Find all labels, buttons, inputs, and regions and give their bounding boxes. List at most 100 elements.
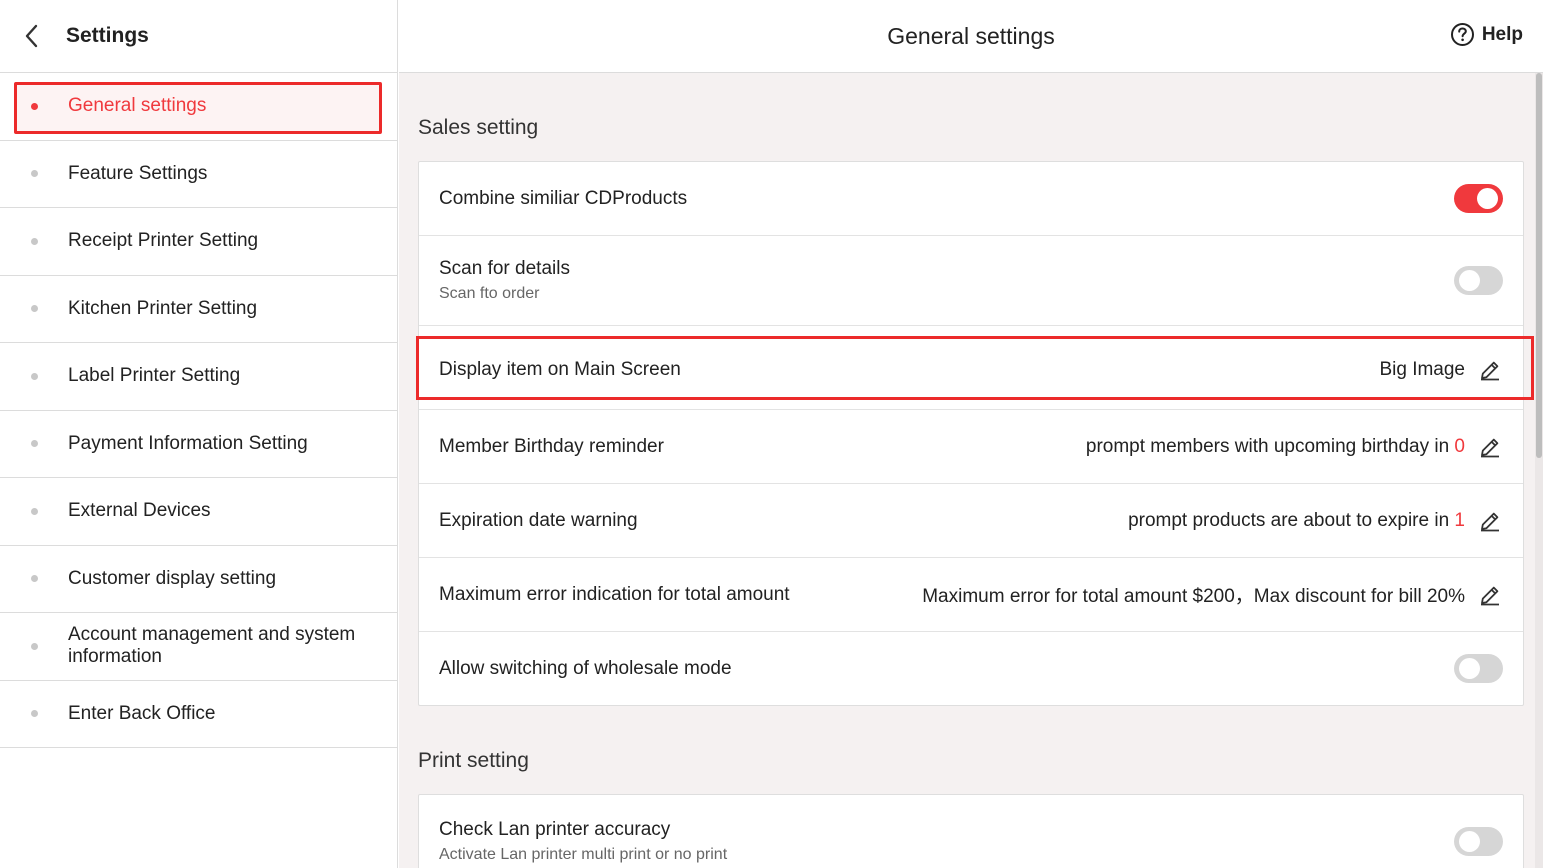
bullet-dot [31,102,38,110]
toggle-knob [1459,270,1480,291]
help-icon [1450,23,1474,46]
setting-sublabel: Activate Lan printer multi print or no p… [439,845,728,863]
setting-text: Check Lan printer accuracy Activate Lan … [439,819,727,864]
sidebar-item-label: Payment Information Setting [68,432,308,454]
sidebar-item-label: Receipt Printer Setting [68,230,259,252]
setting-row-combine: Combine similiar CDProducts [419,162,1523,236]
edit-max-error-button[interactable] [1477,582,1503,608]
setting-text: Combine similiar CDProducts [439,188,687,210]
edit-display-item-button[interactable] [1477,357,1503,383]
bullet-dot [31,170,38,178]
scrollbar-thumb[interactable] [1536,73,1542,458]
bullet-dot [31,440,38,448]
section-title-sales: Sales setting [418,116,539,139]
wholesale-mode-toggle[interactable] [1454,654,1503,683]
setting-value: prompt products are about to expire in 1 [1128,510,1465,532]
combine-products-toggle[interactable] [1454,184,1503,213]
sidebar-item-label: Account management and system informatio… [68,624,356,668]
pencil-icon [1481,586,1499,605]
settings-content: Sales setting Combine similiar CDProduct… [416,73,1534,868]
sidebar-item-label: External Devices [68,500,211,522]
bullet-dot [31,575,38,583]
sidebar-item-payment-information[interactable]: Payment Information Setting [0,411,397,478]
sidebar-item-kitchen-printer[interactable]: Kitchen Printer Setting [0,276,397,343]
page-title: General settings [887,22,1055,49]
pencil-icon [1481,361,1499,380]
setting-row-expiration[interactable]: Expiration date warning prompt products … [419,484,1523,558]
back-button[interactable] [2,0,62,73]
main-panel: General settings Help Sales setting Comb… [399,0,1543,868]
bullet-dot [31,507,38,515]
sidebar-item-label: Feature Settings [68,162,208,184]
setting-label: Expiration date warning [439,509,638,531]
sidebar-item-label: Customer display setting [68,567,277,589]
setting-value-group: prompt products are about to expire in 1 [1128,508,1503,534]
setting-label: Combine similiar CDProducts [439,187,688,209]
setting-text: Maximum error indication for total amoun… [439,584,790,606]
setting-label: Display item on Main Screen [439,358,681,380]
toggle-knob [1459,830,1480,852]
setting-row-scan: Scan for details Scan fto order [419,236,1523,326]
pencil-icon [1481,438,1499,457]
print-settings-card: Check Lan printer accuracy Activate Lan … [418,794,1524,868]
sidebar-item-label: General settings [68,95,207,117]
sales-settings-card: Combine similiar CDProducts Scan for det… [416,161,1534,706]
toggle-knob [1459,658,1480,679]
bullet-dot [31,642,38,650]
sidebar-title: Settings [66,24,149,47]
setting-value-text: prompt products are about to expire in [1128,509,1455,531]
setting-row-display-item[interactable]: Display item on Main Screen Big Image [416,326,1534,410]
setting-value-number: 1 [1454,509,1465,531]
sidebar-item-label: Kitchen Printer Setting [68,297,258,319]
bullet-dot [31,372,38,380]
setting-sublabel: Scan fto order [439,285,540,302]
section-title-print: Print setting [418,749,529,772]
sidebar-menu: General settings Feature Settings Receip… [0,73,397,748]
settings-sidebar: Settings General settings Feature Settin… [0,0,398,868]
setting-value-group: Maximum error for total amount $200，Max … [922,581,1503,608]
setting-text: Display item on Main Screen [439,359,681,381]
sidebar-item-general-settings[interactable]: General settings [0,73,397,141]
sidebar-item-account-management[interactable]: Account management and system informatio… [0,613,397,681]
main-header: General settings Help [399,0,1543,73]
setting-value: prompt members with upcoming birthday in… [1086,436,1465,458]
scan-details-toggle[interactable] [1454,266,1503,295]
sidebar-item-customer-display[interactable]: Customer display setting [0,546,397,613]
edit-birthday-button[interactable] [1477,434,1503,460]
lan-printer-check-toggle[interactable] [1454,826,1503,856]
sidebar-item-feature-settings[interactable]: Feature Settings [0,141,397,208]
pencil-icon [1481,512,1499,531]
chevron-left-icon [25,24,38,48]
bullet-dot [31,710,38,718]
setting-value-group: prompt members with upcoming birthday in… [1086,434,1503,460]
setting-value-group: Big Image [1379,357,1503,383]
setting-text: Expiration date warning [439,510,638,532]
sidebar-item-label: Label Printer Setting [68,365,241,387]
setting-row-max-error[interactable]: Maximum error indication for total amoun… [419,558,1523,632]
setting-label: Member Birthday reminder [439,435,664,457]
setting-text: Allow switching of wholesale mode [439,658,732,680]
scrollbar[interactable] [1535,73,1543,868]
setting-row-wholesale: Allow switching of wholesale mode [419,632,1523,705]
toggle-knob [1477,188,1498,209]
setting-label: Check Lan printer accuracy [439,818,671,840]
sidebar-item-receipt-printer[interactable]: Receipt Printer Setting [0,208,397,276]
setting-value-number: 0 [1454,435,1465,457]
sidebar-header: Settings [0,0,397,73]
bullet-dot [31,305,38,313]
sidebar-item-label-printer[interactable]: Label Printer Setting [0,343,397,411]
setting-label: Scan for details [439,258,570,279]
bullet-dot [31,237,38,245]
edit-expiration-button[interactable] [1477,508,1503,534]
help-label: Help [1481,23,1523,45]
setting-row-lan-printer: Check Lan printer accuracy Activate Lan … [419,795,1523,868]
setting-label: Allow switching of wholesale mode [439,657,732,679]
help-button[interactable]: Help [1450,22,1523,47]
sidebar-item-external-devices[interactable]: External Devices [0,478,397,546]
setting-value-text: prompt members with upcoming birthday in [1085,435,1455,457]
setting-text: Member Birthday reminder [439,436,664,458]
sidebar-item-label: Enter Back Office [68,702,216,724]
sidebar-item-back-office[interactable]: Enter Back Office [0,681,397,748]
setting-value: Maximum error for total amount $200，Max … [922,586,1465,607]
setting-row-birthday[interactable]: Member Birthday reminder prompt members … [419,410,1523,484]
